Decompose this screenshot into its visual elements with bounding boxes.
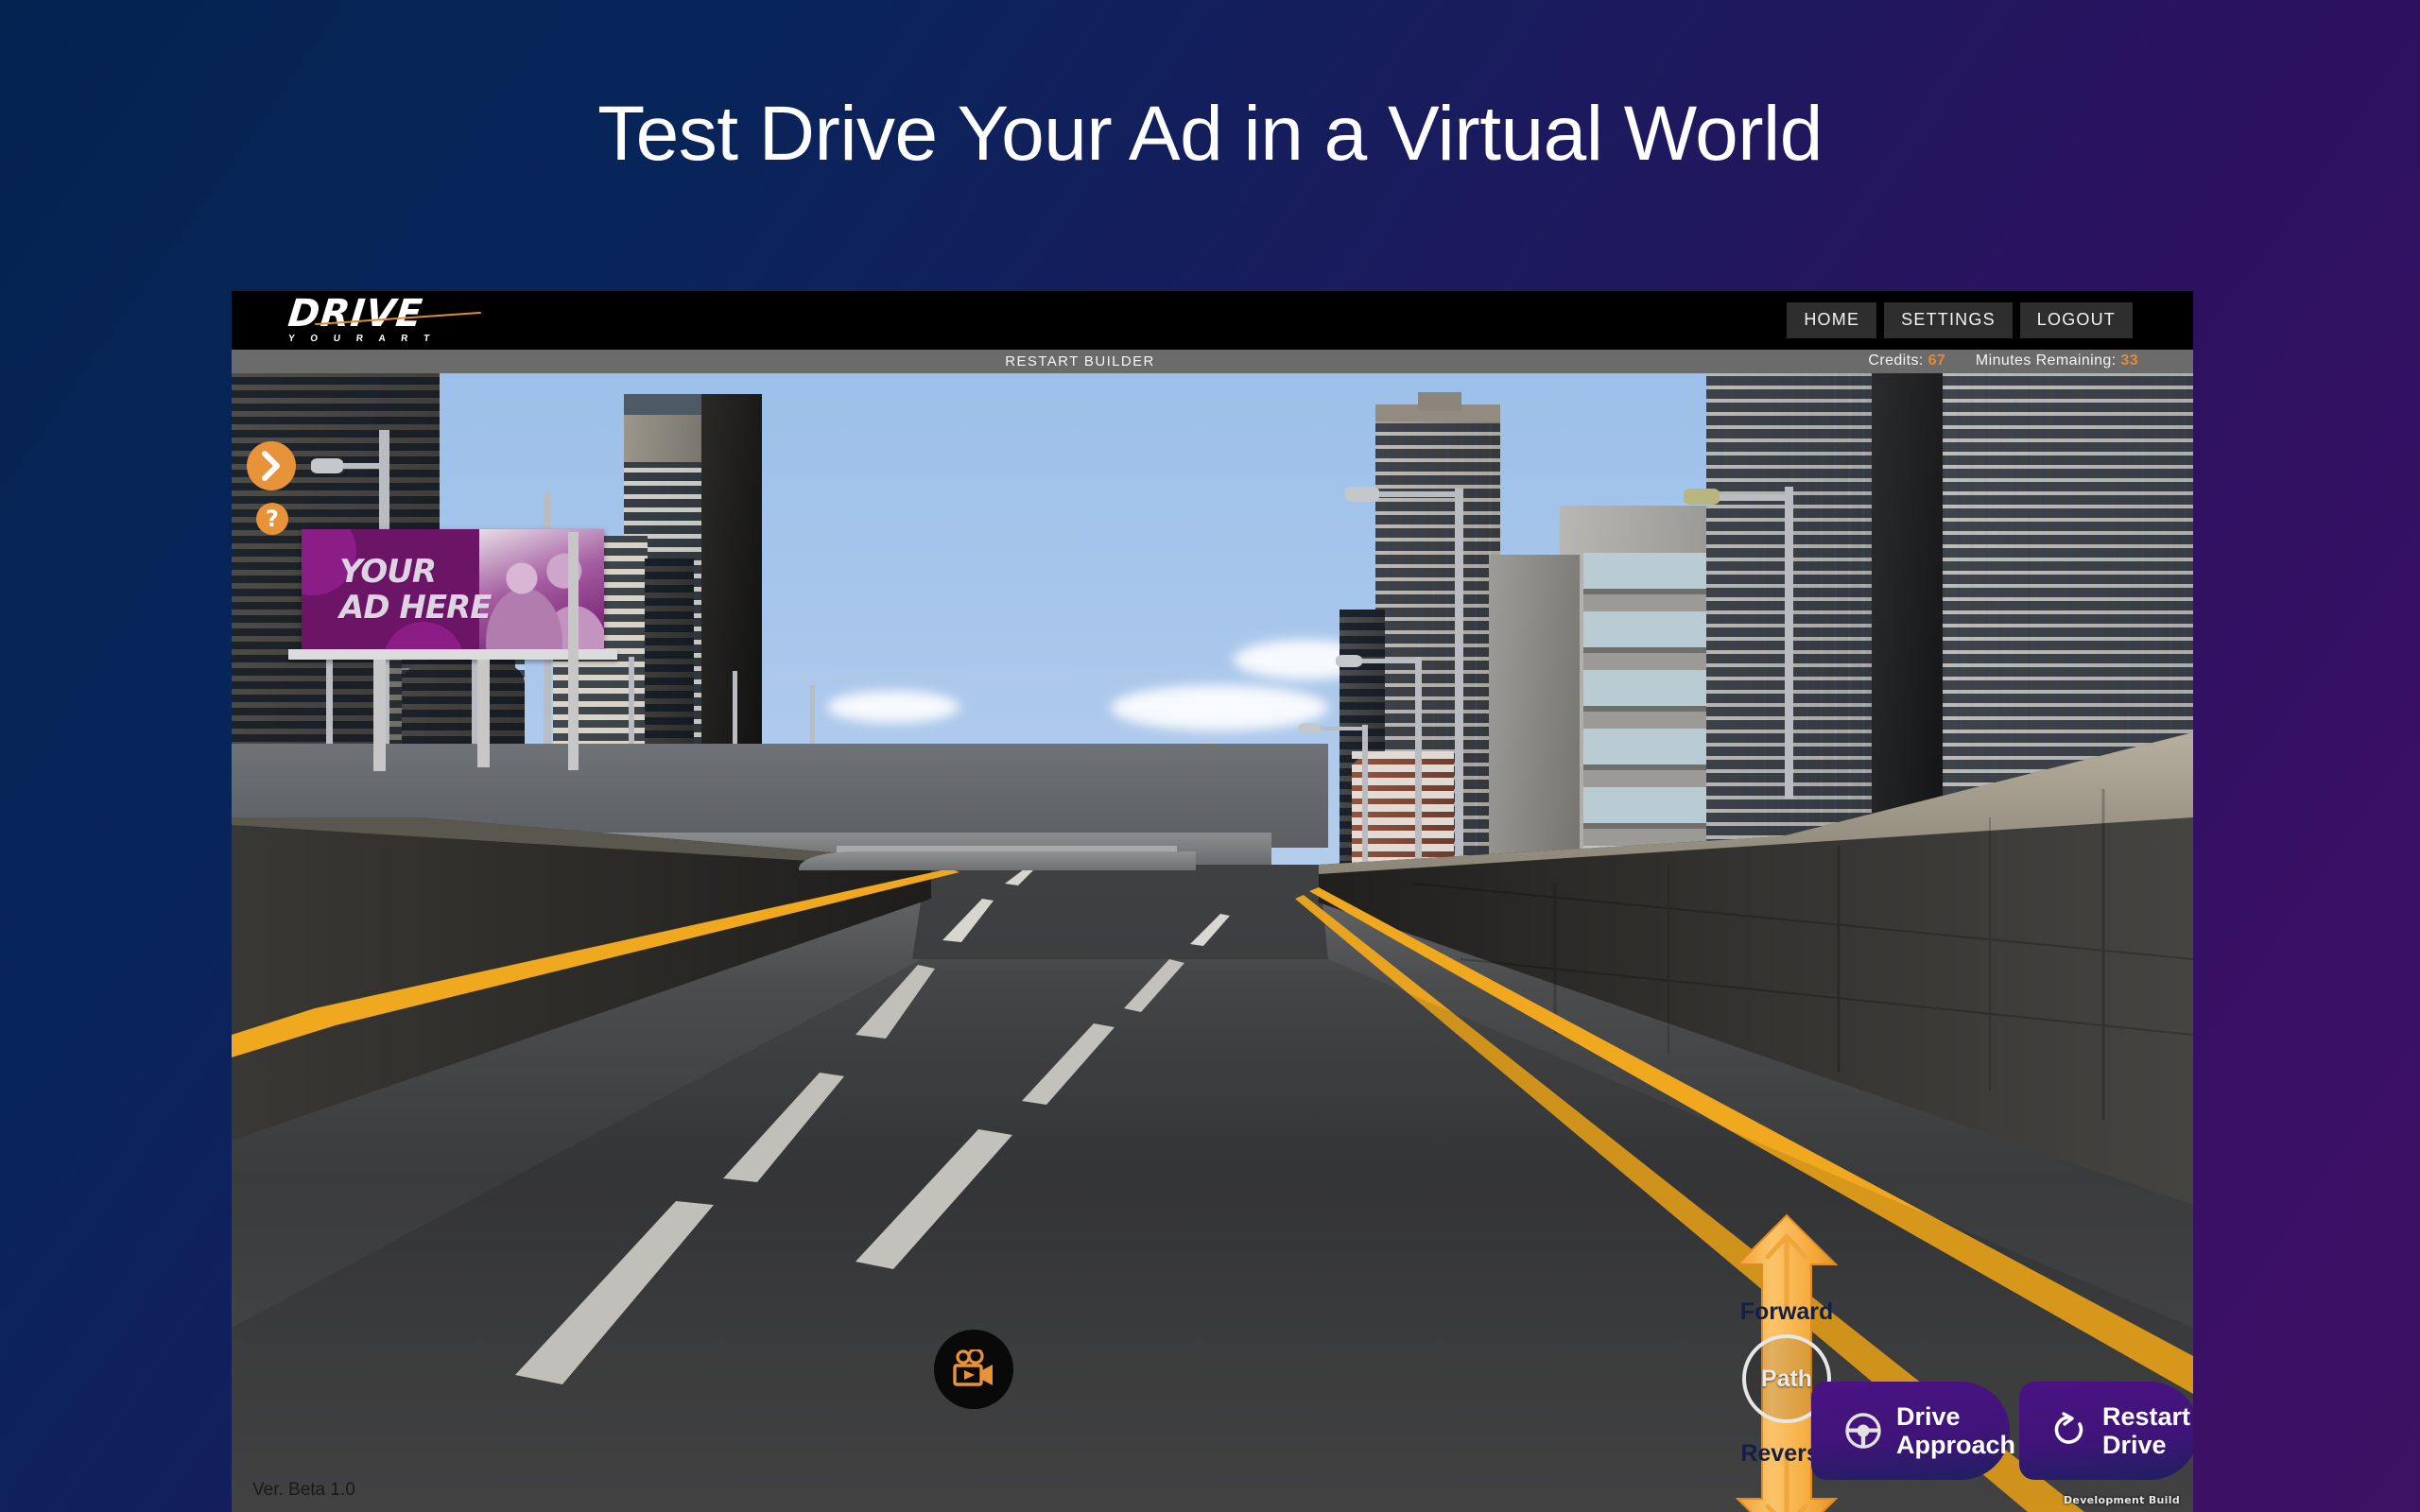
restart-drive-label: Restart Drive [2102,1402,2190,1459]
video-camera-icon [952,1349,993,1386]
drive-approach-button[interactable]: Drive Approach [1811,1382,2015,1480]
nav-settings-button[interactable]: SETTINGS [1884,302,2013,338]
logo-tagline: Y O U R A R T [287,334,437,344]
development-build-watermark: Development Build [2064,1494,2180,1506]
restart-arrow-icon [2054,1412,2083,1444]
drive-approach-label: Drive Approach [1896,1402,2015,1459]
app-topbar: DRIVE Y O U R A R T HOME SETTINGS LOGOUT [232,291,2193,350]
minutes-value: 33 [2120,352,2138,369]
status-bar: RESTART BUILDER Credits: 67 Minutes Rema… [232,350,2193,373]
credits-value: 67 [1927,352,1946,369]
status-metrics: Credits: 67 Minutes Remaining: 33 [1868,352,2138,369]
drive-approach-line1: Drive [1896,1402,1961,1431]
nav-home-button[interactable]: HOME [1787,302,1877,338]
restart-drive-line1: Restart [2102,1402,2191,1431]
expand-panel-button[interactable] [247,441,296,490]
chevron-right-icon [262,451,280,481]
simulation-viewport[interactable]: YOUR AD HERE ? Forward Reverse Path Driv… [232,373,2193,1512]
app-window: DRIVE Y O U R A R T HOME SETTINGS LOGOUT… [232,291,2193,1512]
record-camera-button[interactable] [933,1330,1013,1409]
help-button[interactable]: ? [256,503,288,535]
version-label: Ver. Beta 1.0 [252,1480,355,1500]
page-title: Test Drive Your Ad in a Virtual World [597,91,1823,177]
drive-controls: Forward Reverse Path Drive Approach Rest… [1730,1211,2193,1512]
bridge-ramp [799,851,1196,870]
top-nav: HOME SETTINGS LOGOUT [1787,302,2133,338]
steering-wheel-icon [1845,1413,1881,1449]
drive-approach-line2: Approach [1896,1431,2016,1459]
credits-label: Credits: [1868,352,1924,369]
restart-drive-line2: Drive [2102,1431,2167,1459]
minutes-label: Minutes Remaining: [1975,352,2117,369]
brand-logo[interactable]: DRIVE Y O U R A R T [286,292,481,348]
restart-drive-button[interactable]: Restart Drive [2019,1382,2193,1480]
nav-logout-button[interactable]: LOGOUT [2019,302,2133,338]
